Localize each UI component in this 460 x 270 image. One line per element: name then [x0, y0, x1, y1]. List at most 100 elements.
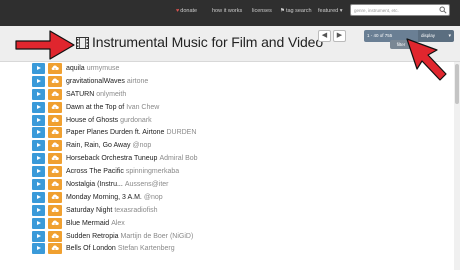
- play-button[interactable]: [32, 166, 45, 178]
- download-button[interactable]: [48, 101, 62, 113]
- donate-link[interactable]: ♥donate: [176, 8, 197, 14]
- track-row: Nostalgia (Instru... Aussens@iter: [32, 178, 452, 191]
- next-page-button[interactable]: ▶: [333, 30, 346, 42]
- top-navbar: ♥donate how it works licenses ⚑tag searc…: [0, 0, 460, 26]
- heart-icon: ♥: [176, 8, 180, 14]
- track-artist[interactable]: urmymuse: [87, 65, 120, 72]
- track-info: Blue Mermaid Alex: [66, 219, 125, 228]
- track-title[interactable]: Horseback Orchestra Tuneup: [66, 155, 157, 162]
- track-artist[interactable]: gurdonark: [120, 117, 152, 124]
- play-button[interactable]: [32, 217, 45, 229]
- play-icon: [37, 194, 41, 199]
- play-icon: [37, 182, 41, 187]
- prev-page-button[interactable]: ◀: [318, 30, 331, 42]
- track-title[interactable]: Dawn at the Top of: [66, 104, 124, 111]
- cloud-download-icon: [51, 104, 59, 111]
- licenses-link[interactable]: licenses: [252, 8, 272, 14]
- play-icon: [37, 117, 41, 122]
- play-button[interactable]: [32, 230, 45, 242]
- scrollbar[interactable]: [454, 62, 460, 270]
- cloud-download-icon: [51, 181, 59, 189]
- download-button[interactable]: [48, 63, 62, 74]
- play-icon: [37, 130, 41, 135]
- track-artist[interactable]: Martijn de Boer (NiGiD): [121, 233, 194, 240]
- download-button[interactable]: [48, 88, 62, 100]
- play-button[interactable]: [32, 153, 45, 165]
- download-button[interactable]: [48, 114, 62, 126]
- cloud-download-icon: [51, 91, 59, 98]
- track-title[interactable]: SATURN: [66, 91, 94, 98]
- search-icon[interactable]: [439, 6, 447, 14]
- track-info: Nostalgia (Instru... Aussens@iter: [66, 180, 169, 189]
- track-artist[interactable]: texasradiofish: [114, 207, 157, 214]
- play-button[interactable]: [32, 140, 45, 152]
- play-button[interactable]: [32, 63, 45, 74]
- track-artist[interactable]: spinningmerkaba: [126, 168, 179, 175]
- track-artist[interactable]: @nop: [144, 194, 163, 201]
- track-title[interactable]: Sudden Retropia: [66, 233, 119, 240]
- play-icon: [37, 169, 41, 174]
- download-button[interactable]: [48, 166, 62, 178]
- track-artist[interactable]: Ivan Chew: [126, 104, 159, 111]
- track-artist[interactable]: Admiral Bob: [159, 155, 197, 162]
- download-button[interactable]: [48, 127, 62, 139]
- track-artist[interactable]: onlymeith: [96, 91, 126, 98]
- scrollbar-thumb[interactable]: [455, 64, 459, 104]
- play-button[interactable]: [32, 243, 45, 255]
- track-info: Monday Morning, 3 A.M. @nop: [66, 193, 163, 202]
- play-button[interactable]: [32, 75, 45, 87]
- download-button[interactable]: [48, 217, 62, 229]
- download-button[interactable]: [48, 191, 62, 203]
- track-row: Blue Mermaid Alex: [32, 217, 452, 230]
- track-artist[interactable]: @nop: [132, 142, 151, 149]
- download-button[interactable]: [48, 140, 62, 152]
- track-artist[interactable]: Alex: [111, 220, 125, 227]
- cloud-download-icon: [51, 233, 59, 240]
- track-title[interactable]: Across The Pacific: [66, 168, 124, 175]
- track-title[interactable]: Bells Of London: [66, 245, 116, 252]
- featured-menu[interactable]: featured ▾: [318, 8, 342, 14]
- play-icon: [37, 233, 41, 238]
- track-title[interactable]: Nostalgia (Instru...: [66, 181, 123, 188]
- track-info: aquila urmymuse: [66, 64, 119, 73]
- cloud-download-icon: [51, 65, 59, 72]
- download-button[interactable]: [48, 75, 62, 87]
- track-title[interactable]: Monday Morning, 3 A.M.: [66, 194, 142, 201]
- play-button[interactable]: [32, 179, 45, 191]
- download-button[interactable]: [48, 153, 62, 165]
- download-button[interactable]: [48, 204, 62, 216]
- track-title[interactable]: Saturday Night: [66, 207, 112, 214]
- play-button[interactable]: [32, 88, 45, 100]
- download-button[interactable]: [48, 230, 62, 242]
- play-icon: [37, 156, 41, 161]
- track-title[interactable]: aquila: [66, 65, 85, 72]
- how-it-works-link[interactable]: how it works: [212, 8, 242, 14]
- track-info: Bells Of London Stefan Kartenberg: [66, 244, 175, 253]
- track-title[interactable]: Paper Planes Durden ft. Airtone: [66, 129, 164, 136]
- play-button[interactable]: [32, 127, 45, 139]
- download-button[interactable]: [48, 243, 62, 255]
- track-title[interactable]: Blue Mermaid: [66, 220, 109, 227]
- track-title[interactable]: gravitationalWaves: [66, 78, 125, 85]
- tag-search-link[interactable]: ⚑tag search: [280, 8, 312, 14]
- track-artist[interactable]: Stefan Kartenberg: [118, 245, 175, 252]
- play-icon: [37, 66, 41, 70]
- play-button[interactable]: [32, 204, 45, 216]
- track-row: Bells Of London Stefan Kartenberg: [32, 242, 452, 255]
- play-button[interactable]: [32, 114, 45, 126]
- track-info: House of Ghosts gurdonark: [66, 116, 152, 125]
- download-button[interactable]: [48, 179, 62, 191]
- play-button[interactable]: [32, 191, 45, 203]
- play-icon: [37, 78, 41, 83]
- track-artist[interactable]: Aussens@iter: [125, 181, 169, 188]
- track-title[interactable]: House of Ghosts: [66, 117, 118, 124]
- track-artist[interactable]: DURDEN: [166, 129, 196, 136]
- play-icon: [37, 104, 41, 109]
- track-info: SATURN onlymeith: [66, 90, 126, 99]
- track-artist[interactable]: airtone: [127, 78, 148, 85]
- track-row: Dawn at the Top of Ivan Chew: [32, 101, 452, 114]
- search-input[interactable]: genre, instrument, etc.: [350, 4, 450, 16]
- play-button[interactable]: [32, 101, 45, 113]
- track-title[interactable]: Rain, Rain, Go Away: [66, 142, 130, 149]
- play-icon: [37, 246, 41, 251]
